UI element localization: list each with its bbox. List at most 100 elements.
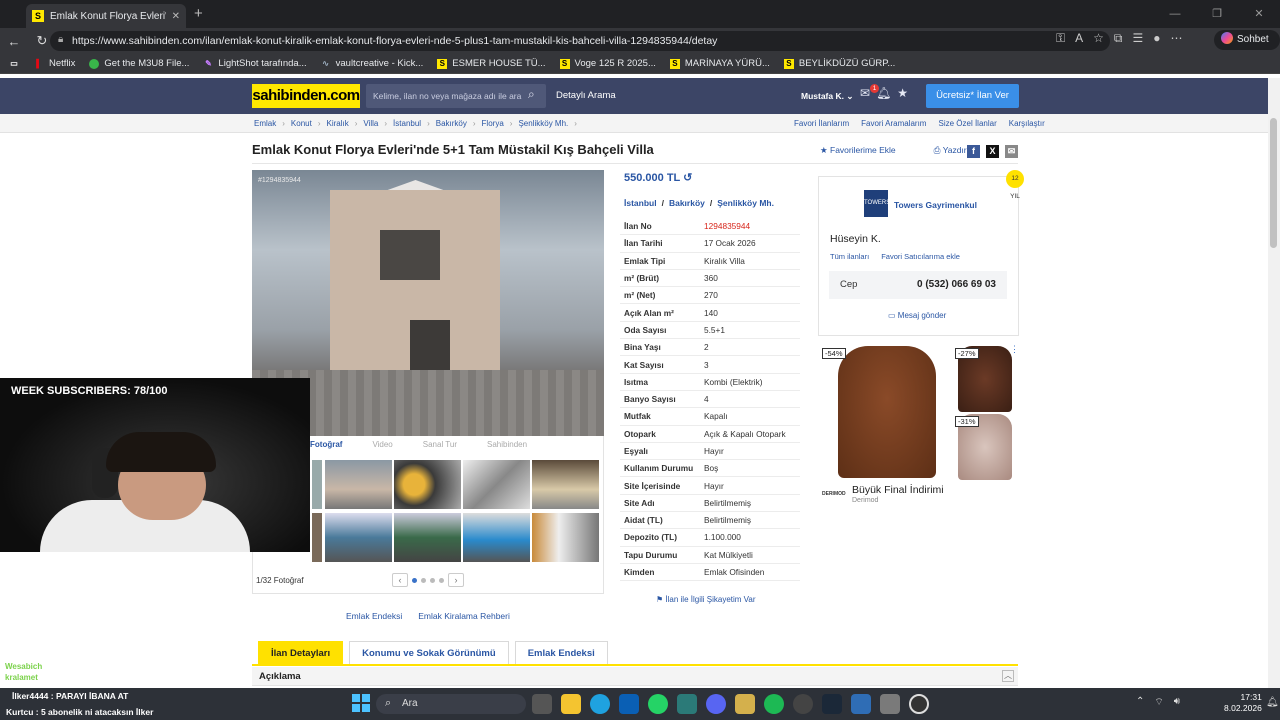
favorite-searches-link[interactable]: Favori Aramalarım (861, 114, 926, 133)
maximize-icon[interactable]: ❐ (1196, 0, 1238, 28)
notifications-icon[interactable]: 🔔︎ (1266, 697, 1279, 708)
tab-location-street-view[interactable]: Konumu ve Sokak Görünümü (349, 641, 509, 664)
tab-owner[interactable]: Sahibinden (487, 440, 527, 449)
obs-icon[interactable] (793, 694, 813, 714)
favorite-ads-link[interactable]: Favori İlanlarım (794, 114, 849, 133)
thumbnail[interactable] (463, 513, 530, 562)
agency-logo[interactable]: TOWERS (864, 190, 890, 217)
real-estate-index-link[interactable]: Emlak Endeksi (346, 611, 402, 621)
location-district[interactable]: Bakırköy (669, 198, 705, 208)
agency-name[interactable]: Towers Gayrimenkul (894, 200, 977, 210)
close-tab-icon[interactable]: ✕ (172, 11, 180, 22)
star-icon[interactable]: ★ (897, 86, 908, 100)
pager-dot[interactable] (430, 577, 435, 583)
app-icon[interactable] (677, 694, 697, 714)
close-window-icon[interactable]: ✕ (1238, 0, 1280, 28)
thumbnail[interactable] (325, 460, 392, 509)
bookmark-esmer-house[interactable]: S ESMER HOUSE TÜ... (437, 58, 546, 69)
site-logo[interactable]: sahibinden.com (252, 84, 360, 108)
spotify-icon[interactable] (764, 694, 784, 714)
thumbnail[interactable] (532, 513, 599, 562)
browser-tab[interactable]: S Emlak Konut Florya Evleri'nde 5+1 ✕ (26, 4, 186, 28)
key-icon[interactable]: ⚿ (1056, 31, 1065, 46)
all-ads-link[interactable]: Tüm ilanları (830, 252, 869, 261)
breadcrumb-item[interactable]: Konut (291, 114, 312, 133)
thumbnail[interactable] (394, 460, 461, 509)
breadcrumb-item[interactable]: İstanbul (393, 114, 421, 133)
read-aloud-icon[interactable]: A (1075, 31, 1083, 46)
next-arrow-icon[interactable]: › (448, 573, 464, 587)
edge-icon[interactable] (590, 694, 610, 714)
bookmark-folder-icon[interactable]: ▭ (8, 59, 20, 69)
profile-avatar[interactable]: ● (1153, 31, 1160, 46)
detailed-search-link[interactable]: Detaylı Arama (556, 84, 616, 108)
x-twitter-icon[interactable]: X (986, 145, 999, 158)
favorite-seller-link[interactable]: Favori Satıcılarıma ekle (881, 252, 960, 261)
send-message-link[interactable]: ▭ Mesaj gönder (888, 311, 946, 320)
bookmark-netflix[interactable]: ▌ Netflix (34, 58, 75, 69)
whatsapp-icon[interactable] (648, 694, 668, 714)
ad-options-icon[interactable]: ⋮ (1010, 344, 1019, 355)
bookmark-vaultcreative[interactable]: ∿ vaultcreative - Kick... (321, 58, 423, 69)
discord-icon[interactable] (706, 694, 726, 714)
description-header[interactable] (252, 667, 1018, 686)
more-icon[interactable]: ⋯ (1171, 31, 1183, 46)
network-icon[interactable]: ⌔ (1154, 696, 1163, 709)
thumbnail[interactable] (312, 513, 322, 562)
bookmark-lightshot[interactable]: ✎ LightShot tarafında... (203, 58, 307, 69)
calculator-icon[interactable] (851, 694, 871, 714)
ad-headline[interactable]: Büyük Final İndirimi (852, 484, 944, 496)
volume-icon[interactable]: 🔊︎ (1174, 696, 1180, 709)
breadcrumb-item[interactable]: Şenlikköy Mh. (518, 114, 568, 133)
pager-dot[interactable] (439, 577, 444, 583)
search-input[interactable]: Kelime, ilan no veya mağaza adı ile ara (366, 84, 546, 108)
pager-dot[interactable] (412, 577, 417, 583)
location-city[interactable]: İstanbul (624, 198, 657, 208)
thumbnail[interactable] (463, 460, 530, 509)
back-icon[interactable]: ← (0, 34, 28, 49)
tab-listing-details[interactable]: İlan Detayları (258, 641, 344, 664)
price-history-icon[interactable]: ↺ (683, 172, 692, 184)
personal-ads-link[interactable]: Size Özel İlanlar (938, 114, 996, 133)
bookmark-m3u8[interactable]: Get the M3U8 File... (89, 58, 189, 69)
bookmark-marinaya[interactable]: S MARİNAYA YÜRÜ... (669, 58, 770, 69)
pager-dot[interactable] (421, 577, 426, 583)
tray-chevron-icon[interactable]: ⌃ (1136, 696, 1144, 709)
tab-real-estate-index[interactable]: Emlak Endeksi (514, 641, 608, 664)
clock[interactable]: 17:31 8.02.2026 (1224, 692, 1262, 714)
app-icon[interactable] (735, 694, 755, 714)
tab-video[interactable]: Video (372, 440, 392, 449)
minimize-icon[interactable]: — (1154, 0, 1196, 28)
favorite-star-icon[interactable]: ☆ (1093, 31, 1104, 46)
app-icon[interactable] (880, 694, 900, 714)
compare-link[interactable]: Karşılaştır (1009, 114, 1045, 133)
breadcrumb-item[interactable]: Florya (482, 114, 504, 133)
thumbnail[interactable] (394, 513, 461, 562)
print-button[interactable]: ⎙ Yazdır (934, 145, 967, 156)
prev-arrow-icon[interactable]: ‹ (392, 573, 408, 587)
thumbnail[interactable] (325, 513, 392, 562)
report-link[interactable]: ⚑ İlan ile İlgili Şikayetim Var (656, 595, 756, 604)
thumbnail[interactable] (532, 460, 599, 509)
facebook-icon[interactable]: f (967, 145, 980, 158)
phone-number[interactable]: 0 (532) 066 69 03 (917, 279, 996, 290)
breadcrumb-item[interactable]: Bakırköy (436, 114, 467, 133)
collections-icon[interactable]: ☰ (1133, 31, 1144, 46)
bookmark-beylikduzu[interactable]: S BEYLİKDÜZÜ GÜRP... (783, 58, 895, 69)
ad-product-image[interactable] (838, 346, 936, 478)
search-icon[interactable]: ⌕ (528, 87, 535, 102)
task-view-icon[interactable] (532, 694, 552, 714)
url-field[interactable]: https://www.sahibinden.com/ilan/emlak-ko… (50, 31, 1110, 51)
new-tab-icon[interactable]: + (194, 5, 203, 22)
steam-icon[interactable] (822, 694, 842, 714)
collapse-icon[interactable]: ︿ (1002, 670, 1014, 682)
bookmark-voge[interactable]: S Voge 125 R 2025... (559, 58, 656, 69)
file-explorer-icon[interactable] (561, 694, 581, 714)
user-menu[interactable]: Mustafa K. ⌄ (801, 84, 853, 108)
breadcrumb-item[interactable]: Villa (363, 114, 378, 133)
add-favorite-button[interactable]: ★ Favorilerime Ekle (820, 145, 896, 156)
media-player-icon[interactable] (909, 694, 929, 714)
windows-start-icon[interactable] (352, 694, 370, 712)
tab-photo[interactable]: Fotoğraf (310, 440, 342, 449)
tab-virtual-tour[interactable]: Sanal Tur (423, 440, 457, 449)
